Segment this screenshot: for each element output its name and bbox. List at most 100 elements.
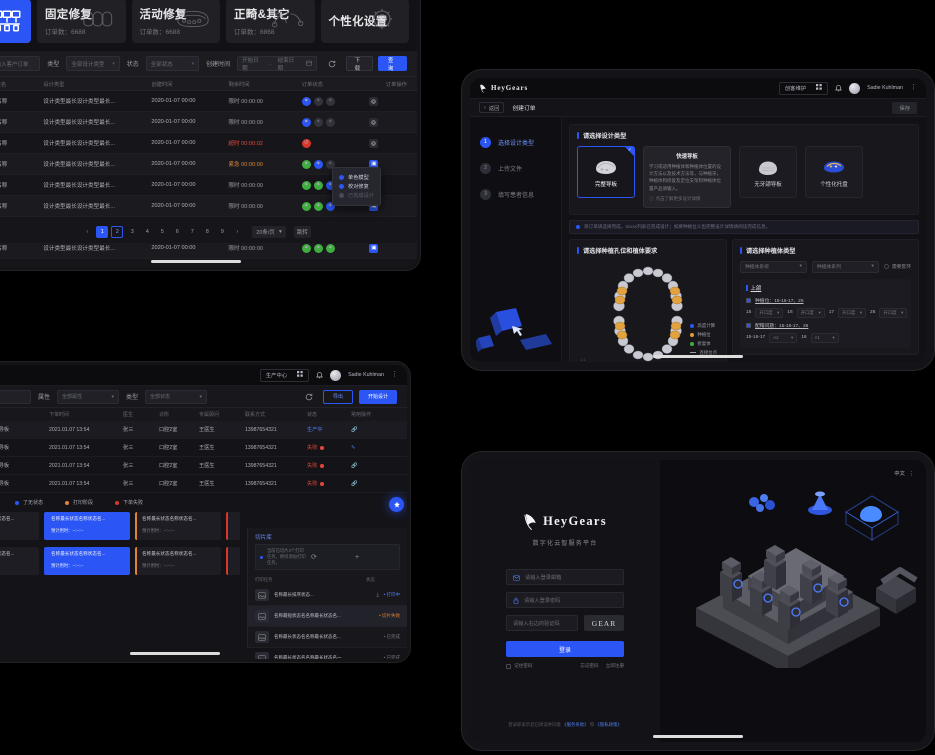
forgot-password-link[interactable]: 忘记密码 — [580, 663, 598, 669]
table-row[interactable]: 患者名称 设计类型最长设计类型最长... 2020-01-07 00:00 超时 00… — [0, 133, 417, 154]
link-icon[interactable]: 🔗 — [351, 463, 357, 469]
save-button[interactable]: 保存 — [892, 101, 917, 114]
category-card-ortho[interactable]: 正畸&其它 订单数：6868 — [226, 0, 315, 43]
page-8[interactable]: 8 — [201, 226, 213, 238]
link-icon[interactable]: 🔗 — [351, 481, 357, 487]
wizard-step-2[interactable]: 2 上传文件 — [470, 155, 561, 181]
page-7[interactable]: 7 — [186, 226, 198, 238]
list-item[interactable]: 名称最长状态名名称最长状态名... • 已完成 — [248, 627, 407, 648]
login-button[interactable]: 登录 — [506, 641, 624, 657]
email-field[interactable]: 请输入登录邮箱 — [506, 569, 624, 585]
table-row[interactable]: 👁0107_张三_导板2021.01.07 13:54张三口腔2室王医生1398… — [0, 439, 407, 457]
shade-select[interactable]: A2 ▾ — [769, 332, 798, 343]
tooth-select[interactable]: 开口度 ▾ — [755, 307, 784, 318]
language-switcher[interactable]: 中文 ⋮ — [894, 470, 914, 478]
gantt-card[interactable]: 名称最长状态名称状态名... 预计用时：02:21:00 — [0, 547, 39, 575]
password-field[interactable]: 请输入登录密码 — [506, 592, 624, 608]
implant-brand-select[interactable]: 种植体系统 ▾ — [740, 260, 807, 273]
page-prev[interactable]: ‹ — [81, 226, 93, 238]
terms-link[interactable]: 《服务条款》 — [562, 722, 588, 727]
gantt-card[interactable]: 名称最长状态名称状态名... 预计用时：--:--:-- — [135, 512, 221, 540]
refresh-icon[interactable]: ⟳ — [311, 553, 351, 561]
nav-tile-bracket[interactable] — [0, 0, 31, 43]
page-jump[interactable]: 跳转 — [293, 226, 311, 238]
attribute-filter-select[interactable]: 全部属性 ▾ — [57, 389, 120, 404]
status-dot-green[interactable]: ✦ — [313, 243, 323, 253]
status-filter-select[interactable]: 全部状态 ▾ — [145, 389, 208, 404]
page-6[interactable]: 6 — [171, 226, 183, 238]
status-filter-select[interactable]: 全部状态 ▾ — [145, 56, 200, 71]
type-filter-select[interactable]: 全部设计类型 ▾ — [66, 56, 120, 71]
status-dot-gray[interactable]: ✦ — [313, 96, 323, 106]
table-row[interactable]: 👁0107_张三_导板2021.01.07 13:54张三口腔2室王医生1398… — [0, 475, 407, 493]
search-button[interactable]: 查询 — [377, 56, 407, 72]
implant-position-row[interactable]: 种植位：15-16-17、26 — [746, 297, 905, 304]
page-next[interactable]: › — [231, 226, 243, 238]
shade-select[interactable]: A1 ▾ — [810, 332, 839, 343]
page-1[interactable]: 1 — [96, 226, 109, 238]
gantt-card[interactable] — [226, 547, 240, 575]
captcha-image[interactable]: GEAR — [584, 615, 624, 631]
row-settings-icon[interactable] — [369, 138, 379, 148]
table-row[interactable]: 患者名称 设计类型最长设计类型最长... 2020-01-07 00:00 限时 00… — [0, 91, 417, 112]
design-type-custom-tray[interactable]: 个性化托盘 — [805, 146, 863, 198]
export-icon[interactable]: ⤓ — [376, 592, 378, 598]
remember-checkbox[interactable]: 记住密码 — [506, 663, 532, 669]
page-2[interactable]: 2 — [111, 226, 124, 238]
status-dot-gray[interactable]: ✦ — [325, 117, 335, 127]
workspace-switcher[interactable]: 生产中心 — [259, 368, 310, 382]
gantt-card[interactable]: 名称最长状态名称状态名... 预计用时：--:--:-- — [44, 547, 130, 575]
implant-series-select[interactable]: 种植体系列 ▾ — [811, 260, 879, 273]
wizard-step-3[interactable]: 3 填写患者信息 — [470, 181, 561, 207]
status-dot-green[interactable]: ✦ — [301, 243, 311, 253]
status-dot-green[interactable]: ✦ — [325, 243, 335, 253]
table-row[interactable]: 患者名称 设计类型最长设计类型最长... 2020-01-07 00:00 限时 00… — [0, 112, 417, 133]
design-type-full-guide[interactable]: 完整导板 — [577, 146, 635, 198]
gantt-card[interactable]: 名称最长状态名称状态名... 预计用时：--:--:-- — [135, 547, 221, 575]
captcha-input[interactable]: 请输入右边的验证码 — [506, 615, 578, 631]
cell-status[interactable]: 生产中 — [307, 427, 323, 433]
production-search-input[interactable]: 订单号搜索生产单 — [0, 389, 31, 404]
tooth-select[interactable]: 开口度 ▾ — [838, 307, 867, 318]
status-dot-red[interactable]: ↺ — [301, 138, 311, 148]
page-9[interactable]: 9 — [216, 226, 228, 238]
status-dot-green[interactable]: ✦ — [301, 201, 311, 211]
bell-icon[interactable] — [316, 366, 323, 384]
status-dot-blue[interactable]: ✦ — [301, 117, 311, 127]
refresh-icon[interactable] — [302, 389, 317, 404]
tooltip-footer[interactable]: ⓘ 点击了解更多设计详情 — [649, 196, 725, 202]
status-dot-green[interactable]: ✦ — [301, 180, 311, 190]
workspace-switcher[interactable]: 创客维护 — [778, 81, 829, 95]
page-3[interactable]: 3 — [126, 226, 138, 238]
page-4[interactable]: 4 — [141, 226, 153, 238]
refresh-icon[interactable] — [324, 56, 338, 71]
gantt-card[interactable]: 名称最长状态名称状态名... 预计用时：02:21:00 — [0, 512, 39, 540]
row-settings-icon[interactable] — [369, 117, 379, 127]
plus-icon[interactable]: + — [355, 554, 395, 561]
link-icon[interactable]: 🔗 — [351, 427, 357, 433]
page-5[interactable]: 5 — [156, 226, 168, 238]
status-dot-green[interactable]: ✦ — [301, 159, 311, 169]
status-dot-green[interactable]: ✦ — [313, 180, 323, 190]
gantt-card[interactable]: 名称最长状态名称状态名... 预计用时：--:--:-- — [44, 512, 130, 540]
need-sleeve-radio[interactable]: 需要套环 — [883, 263, 911, 270]
back-button[interactable]: ‹ 返回 — [479, 102, 505, 113]
list-item[interactable]: 名称最长排序状态... ⤓ • 打印中 — [248, 585, 407, 606]
edit-icon[interactable]: ✎ — [351, 445, 355, 451]
kebab-icon[interactable]: ⋮ — [391, 371, 398, 378]
status-dot-blue[interactable]: ✦ — [313, 159, 323, 169]
tooth-chart[interactable]: 高度计算 种植位 修复体 连接位点 1:1 — [577, 261, 719, 362]
page-size-select[interactable]: 20条/页 ▾ — [252, 226, 286, 238]
list-item[interactable]: 名称最长状态名名称最长状态名一 • 已完成 — [248, 648, 407, 659]
row-settings-icon[interactable] — [369, 96, 379, 106]
row-action-icon[interactable]: ▣ — [369, 243, 379, 253]
status-dot-green[interactable]: ✦ — [313, 201, 323, 211]
avatar[interactable] — [849, 82, 861, 94]
date-range-picker[interactable]: 开始日期 → 结束日期 — [237, 56, 318, 72]
category-card-settings[interactable]: 个性化设置 — [320, 0, 409, 43]
table-row[interactable]: 👁0107_张三_导板2021.01.07 13:54张三口腔2室王医生1398… — [0, 457, 407, 475]
category-card-fixed[interactable]: 固定修复 订单数：6688 — [37, 0, 126, 43]
privacy-link[interactable]: 《隐私政策》 — [595, 722, 621, 727]
export-button[interactable]: 导出 — [322, 389, 353, 404]
avatar[interactable] — [330, 369, 342, 381]
